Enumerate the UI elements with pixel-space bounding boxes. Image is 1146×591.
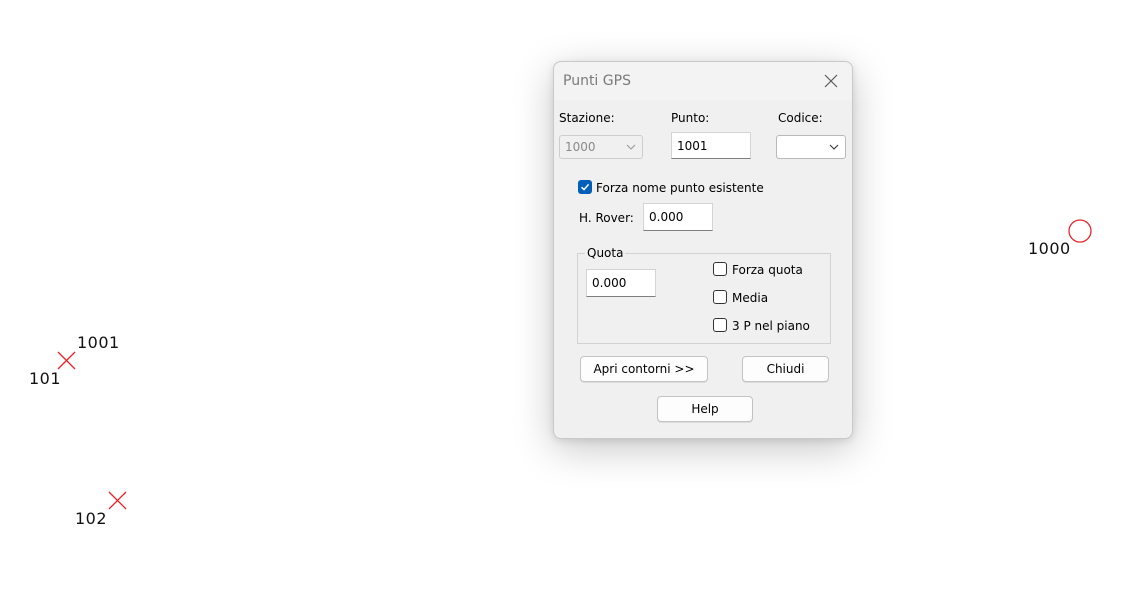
stazione-combo: 1000: [559, 135, 643, 159]
h-rover-value: 0.000: [649, 210, 684, 224]
point-marker-cross-102: [108, 491, 127, 510]
quota-input[interactable]: 0.000: [586, 269, 656, 297]
dialog-title: Punti GPS: [563, 73, 631, 89]
point-label-1001: 1001: [77, 333, 120, 352]
h-rover-label: H. Rover:: [579, 211, 634, 225]
chevron-down-icon: [626, 144, 636, 150]
close-button[interactable]: [816, 66, 846, 96]
point-marker-cross-101: [57, 351, 76, 370]
checkmark-icon: [580, 183, 590, 191]
punto-label: Punto:: [671, 111, 710, 125]
apri-contorni-button[interactable]: Apri contorni >>: [580, 356, 708, 382]
point-label-1000: 1000: [1028, 239, 1071, 258]
point-label-101: 101: [29, 369, 62, 388]
forza-quota-label[interactable]: Forza quota: [732, 263, 803, 277]
stazione-value: 1000: [565, 140, 596, 154]
forza-nome-checkbox[interactable]: [578, 180, 592, 194]
codice-label: Codice:: [778, 111, 823, 125]
punto-input[interactable]: 1001: [671, 132, 751, 159]
media-checkbox[interactable]: [713, 290, 727, 304]
punto-value: 1001: [677, 138, 708, 153]
h-rover-input[interactable]: 0.000: [643, 203, 713, 231]
point-marker-circle-1000: [1068, 219, 1092, 243]
close-icon: [824, 74, 838, 88]
codice-combo[interactable]: [776, 135, 846, 159]
point-label-102: 102: [75, 509, 108, 528]
tre-p-nel-piano-checkbox[interactable]: [713, 318, 727, 332]
chiudi-button[interactable]: Chiudi: [742, 356, 829, 382]
quota-group-title: Quota: [585, 246, 626, 260]
quota-value: 0.000: [592, 276, 627, 290]
media-label[interactable]: Media: [732, 291, 768, 305]
chevron-down-icon: [829, 144, 839, 150]
stazione-label: Stazione:: [559, 111, 615, 125]
help-button[interactable]: Help: [657, 396, 753, 422]
tre-p-nel-piano-label[interactable]: 3 P nel piano: [732, 319, 810, 333]
forza-nome-label[interactable]: Forza nome punto esistente: [596, 181, 764, 195]
forza-quota-checkbox[interactable]: [713, 262, 727, 276]
punti-gps-dialog: Punti GPS Stazione: 1000 Punto: 1001 Cod…: [553, 61, 853, 439]
dialog-titlebar[interactable]: Punti GPS: [554, 62, 852, 100]
